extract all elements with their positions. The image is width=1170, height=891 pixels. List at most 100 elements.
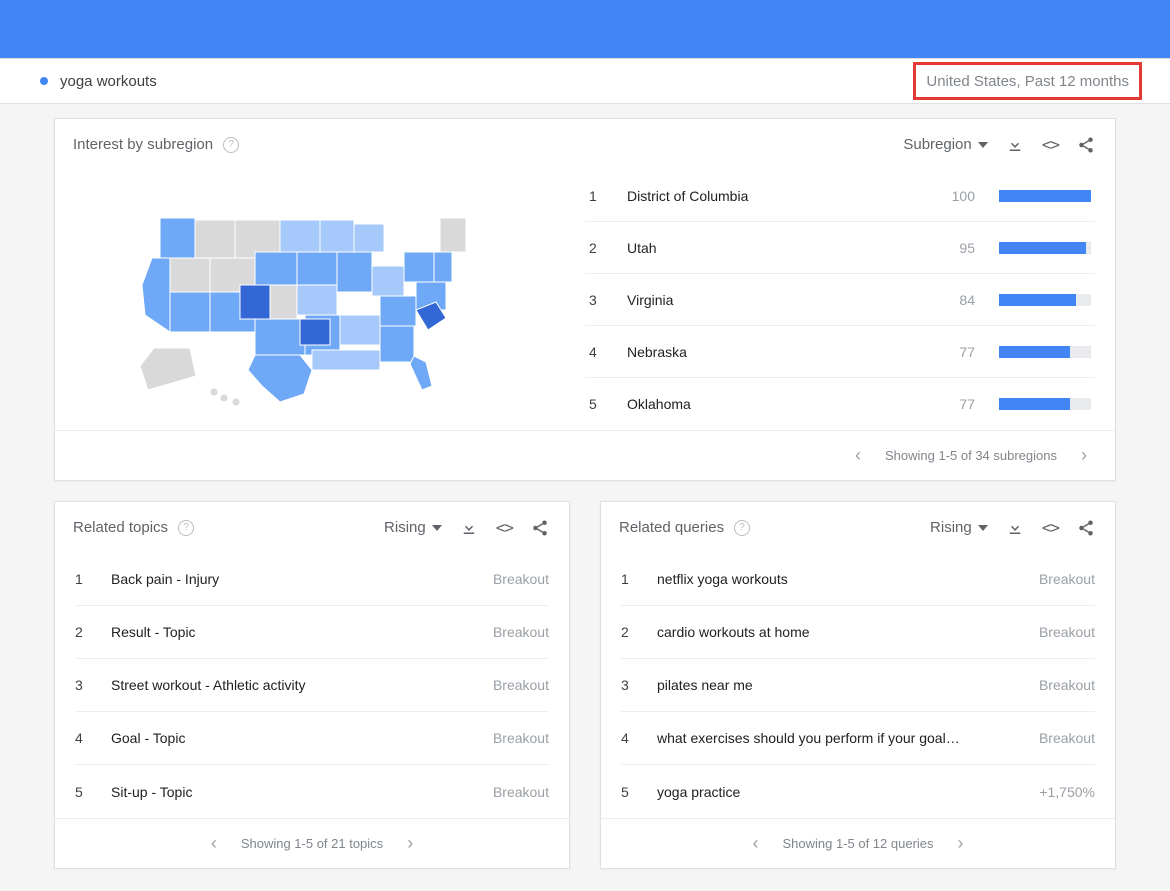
list-item[interactable]: 1 netflix yoga workouts Breakout xyxy=(621,553,1095,606)
chevron-down-icon xyxy=(978,525,988,531)
subregion-name: Oklahoma xyxy=(627,396,923,412)
scope-highlight: United States, Past 12 months xyxy=(913,62,1142,100)
filter-bar: yoga workouts United States, Past 12 mon… xyxy=(0,58,1170,104)
bar-fill xyxy=(999,346,1070,358)
us-map[interactable] xyxy=(55,170,585,430)
chevron-left-icon[interactable]: ‹ xyxy=(748,833,762,854)
related-row: Related topics ? Rising <> xyxy=(54,501,1116,869)
rank: 2 xyxy=(621,624,635,640)
topic-value: Breakout xyxy=(493,677,549,693)
subregion-row[interactable]: 5 Oklahoma 77 xyxy=(585,378,1095,430)
chevron-down-icon xyxy=(432,525,442,531)
interest-card-header: Interest by subregion ? Subregion <> xyxy=(55,119,1115,170)
embed-icon[interactable]: <> xyxy=(1042,518,1059,537)
query-value: Breakout xyxy=(1039,677,1095,693)
chevron-right-icon[interactable]: › xyxy=(954,833,968,854)
subregion-name: District of Columbia xyxy=(627,188,923,204)
subregion-row[interactable]: 3 Virginia 84 xyxy=(585,274,1095,326)
content-area: Interest by subregion ? Subregion <> xyxy=(0,104,1170,869)
share-icon[interactable] xyxy=(1077,519,1095,537)
chevron-left-icon[interactable]: ‹ xyxy=(851,445,865,466)
scope-label: United States, Past 12 months xyxy=(926,73,1129,90)
share-icon[interactable] xyxy=(1077,136,1095,154)
subregion-row[interactable]: 4 Nebraska 77 xyxy=(585,326,1095,378)
chevron-down-icon xyxy=(978,142,988,148)
help-icon[interactable]: ? xyxy=(178,520,194,536)
chevron-right-icon[interactable]: › xyxy=(1077,445,1091,466)
search-term[interactable]: yoga workouts xyxy=(40,73,157,90)
list-item[interactable]: 3 pilates near me Breakout xyxy=(621,659,1095,712)
rank: 3 xyxy=(589,292,603,308)
subregion-value: 84 xyxy=(947,292,975,308)
rising-dropdown[interactable]: Rising xyxy=(384,519,442,536)
pager-text: Showing 1-5 of 34 subregions xyxy=(885,448,1057,463)
share-icon[interactable] xyxy=(531,519,549,537)
subregion-row[interactable]: 2 Utah 95 xyxy=(585,222,1095,274)
download-icon[interactable] xyxy=(460,519,478,537)
topic-name: Sit-up - Topic xyxy=(111,784,471,800)
list-item[interactable]: 2 cardio workouts at home Breakout xyxy=(621,606,1095,659)
subregion-value: 95 xyxy=(947,240,975,256)
bar-fill xyxy=(999,190,1091,202)
pager-text: Showing 1-5 of 21 topics xyxy=(241,836,383,851)
rank: 1 xyxy=(621,571,635,587)
chevron-right-icon[interactable]: › xyxy=(403,833,417,854)
rising-label: Rising xyxy=(384,519,426,536)
list-item[interactable]: 5 yoga practice +1,750% xyxy=(621,765,1095,818)
queries-pager: ‹ Showing 1-5 of 12 queries › xyxy=(601,818,1115,868)
topic-value: Breakout xyxy=(493,730,549,746)
help-icon[interactable]: ? xyxy=(734,520,750,536)
list-item[interactable]: 4 Goal - Topic Breakout xyxy=(75,712,549,765)
term-color-dot xyxy=(40,77,48,85)
embed-icon[interactable]: <> xyxy=(496,518,513,537)
query-name: pilates near me xyxy=(657,677,1017,693)
subregion-dropdown[interactable]: Subregion xyxy=(903,136,987,153)
rank: 4 xyxy=(75,730,89,746)
help-icon[interactable]: ? xyxy=(223,137,239,153)
topic-name: Back pain - Injury xyxy=(111,571,471,587)
queries-title-text: Related queries xyxy=(619,519,724,536)
subregion-row[interactable]: 1 District of Columbia 100 xyxy=(585,170,1095,222)
bar-fill xyxy=(999,294,1076,306)
rank: 3 xyxy=(621,677,635,693)
queries-title: Related queries ? xyxy=(619,519,750,536)
subregion-name: Virginia xyxy=(627,292,923,308)
topics-header: Related topics ? Rising <> xyxy=(55,502,569,553)
topics-list: 1 Back pain - Injury Breakout 2 Result -… xyxy=(55,553,569,818)
list-item[interactable]: 3 Street workout - Athletic activity Bre… xyxy=(75,659,549,712)
interest-pager: ‹ Showing 1-5 of 34 subregions › xyxy=(55,430,1115,480)
rank: 2 xyxy=(75,624,89,640)
topics-pager: ‹ Showing 1-5 of 21 topics › xyxy=(55,818,569,868)
rank: 1 xyxy=(589,188,603,204)
header-banner xyxy=(0,0,1170,58)
interest-title-text: Interest by subregion xyxy=(73,136,213,153)
chevron-left-icon[interactable]: ‹ xyxy=(207,833,221,854)
download-icon[interactable] xyxy=(1006,136,1024,154)
list-item[interactable]: 4 what exercises should you perform if y… xyxy=(621,712,1095,765)
term-label: yoga workouts xyxy=(60,73,157,90)
topics-title-text: Related topics xyxy=(73,519,168,536)
rank: 1 xyxy=(75,571,89,587)
topic-name: Result - Topic xyxy=(111,624,471,640)
queries-header: Related queries ? Rising <> xyxy=(601,502,1115,553)
interest-title: Interest by subregion ? xyxy=(73,136,239,153)
query-value: +1,750% xyxy=(1039,784,1095,800)
rising-dropdown[interactable]: Rising xyxy=(930,519,988,536)
list-item[interactable]: 1 Back pain - Injury Breakout xyxy=(75,553,549,606)
query-name: cardio workouts at home xyxy=(657,624,1017,640)
query-name: yoga practice xyxy=(657,784,1017,800)
rank: 5 xyxy=(621,784,635,800)
download-icon[interactable] xyxy=(1006,519,1024,537)
list-item[interactable]: 2 Result - Topic Breakout xyxy=(75,606,549,659)
list-item[interactable]: 5 Sit-up - Topic Breakout xyxy=(75,765,549,818)
rank: 3 xyxy=(75,677,89,693)
interest-card: Interest by subregion ? Subregion <> xyxy=(54,118,1116,481)
related-queries-card: Related queries ? Rising <> xyxy=(600,501,1116,869)
subregion-value: 100 xyxy=(947,188,975,204)
rank: 5 xyxy=(75,784,89,800)
queries-list: 1 netflix yoga workouts Breakout 2 cardi… xyxy=(601,553,1115,818)
embed-icon[interactable]: <> xyxy=(1042,135,1059,154)
subregion-value: 77 xyxy=(947,396,975,412)
topic-value: Breakout xyxy=(493,624,549,640)
query-value: Breakout xyxy=(1039,624,1095,640)
